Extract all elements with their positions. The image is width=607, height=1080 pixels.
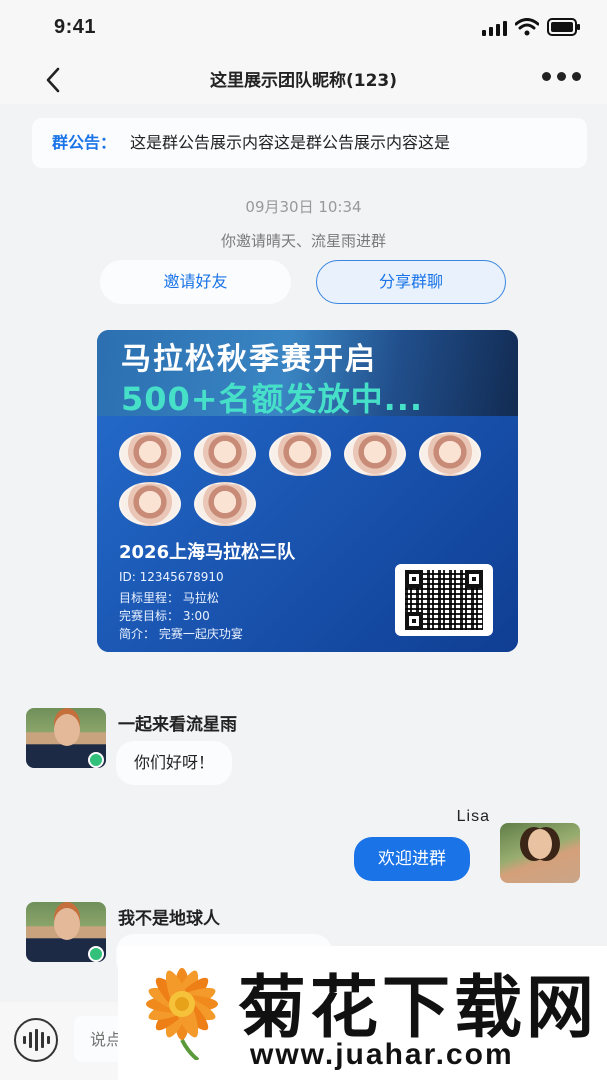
share-group-button[interactable]: 分享群聊	[316, 260, 506, 304]
more-dot-icon	[542, 72, 551, 81]
member-avatar	[194, 432, 256, 476]
status-bar: 9:41	[0, 0, 607, 56]
page-title: 这里展示团队昵称(123)	[209, 71, 398, 91]
member-avatar	[344, 432, 406, 476]
sender-name: 一起来看流星雨	[118, 715, 237, 735]
nav-bar: 这里展示团队昵称(123)	[0, 56, 607, 104]
more-dot-icon	[557, 72, 566, 81]
group-notice[interactable]: 群公告： 这是群公告展示内容这是群公告展示内容这是	[32, 118, 587, 168]
battery-icon	[547, 18, 580, 36]
watermark-overlay: 菊花下载网 www.juahar.com	[118, 946, 607, 1080]
voice-input-button[interactable]	[14, 1018, 58, 1062]
member-avatar	[194, 482, 256, 526]
watermark-title: 菊花下载网	[238, 969, 599, 1048]
system-invite-message: 你邀请晴天、流星雨进群	[220, 232, 386, 250]
status-icons	[482, 18, 581, 36]
sender-name: 我不是地球人	[118, 909, 220, 929]
system-timestamp: 09月30日 10:34	[245, 198, 362, 216]
qr-code-icon	[395, 564, 493, 636]
member-avatar	[119, 482, 181, 526]
message-bubble[interactable]: 你们好呀！	[116, 741, 233, 785]
status-time: 9:41	[54, 16, 97, 38]
avatar[interactable]	[500, 823, 580, 883]
member-avatar	[269, 432, 331, 476]
poster-intro: 简介： 完赛一起庆功宴	[119, 627, 243, 641]
poster-finish-goal: 完赛目标： 3:00	[119, 609, 210, 623]
member-avatar	[119, 432, 181, 476]
notice-label: 群公告：	[52, 133, 117, 152]
watermark-url: www.juahar.com	[250, 1038, 514, 1071]
online-status-icon	[88, 752, 104, 768]
poster-team-id: ID: 12345678910	[119, 570, 224, 584]
more-options-button[interactable]	[542, 72, 581, 81]
sender-name: Lisa	[456, 808, 490, 825]
voice-wave-icon	[22, 1029, 50, 1051]
notice-text: 这是群公告展示内容这是群公告展示内容这是	[130, 133, 451, 152]
flower-logo-icon	[146, 968, 218, 1060]
poster-subheadline: 500+名额发放中...	[121, 380, 424, 418]
member-avatar	[419, 432, 481, 476]
poster-target-distance: 目标里程： 马拉松	[119, 591, 219, 605]
signal-icon	[482, 20, 507, 36]
marathon-poster-card[interactable]: 马拉松秋季赛开启 500+名额发放中... 2026上海马拉松三队 ID: 12…	[97, 330, 518, 652]
message-bubble[interactable]: 欢迎进群	[354, 837, 470, 881]
poster-team-name: 2026上海马拉松三队	[119, 542, 296, 563]
poster-headline: 马拉松秋季赛开启	[121, 342, 377, 377]
wifi-icon	[515, 18, 539, 36]
online-status-icon	[88, 946, 104, 962]
invite-friends-button[interactable]: 邀请好友	[100, 260, 291, 304]
more-dot-icon	[572, 72, 581, 81]
